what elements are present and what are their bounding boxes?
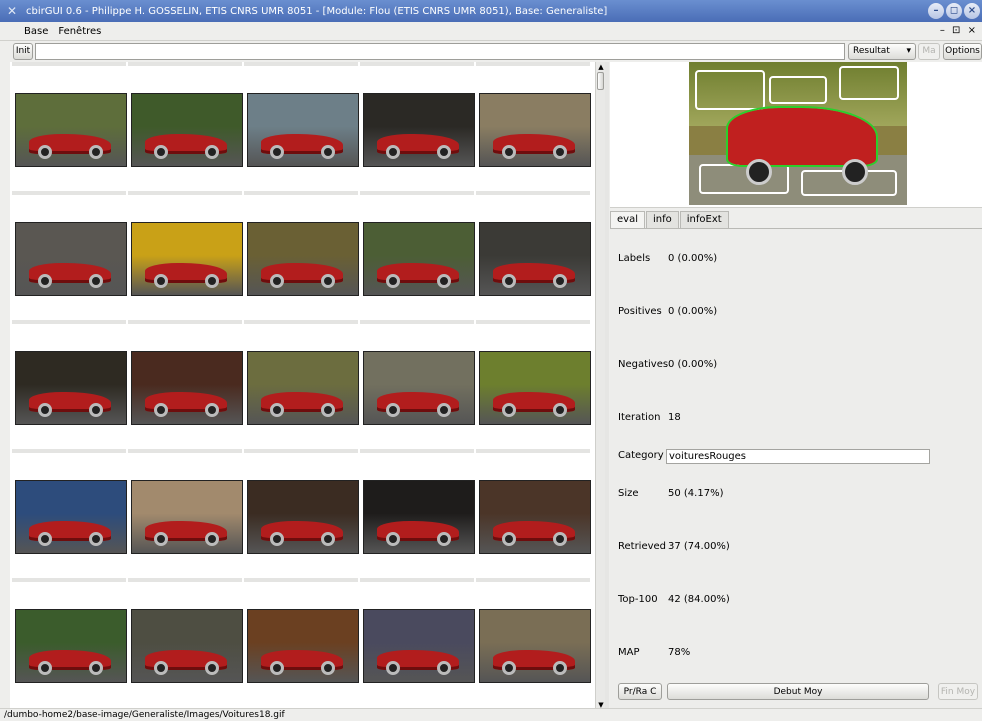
thumbnail-image[interactable] — [131, 480, 243, 554]
options-button[interactable]: Options — [943, 42, 982, 60]
panel-tabs: eval info infoExt — [610, 211, 730, 229]
thumbnail-image[interactable] — [479, 351, 591, 425]
thumbnail-cell[interactable] — [12, 191, 127, 320]
thumbnail-image[interactable] — [247, 222, 359, 296]
thumbnail-cell[interactable] — [12, 578, 127, 707]
thumbnail-image[interactable] — [15, 480, 127, 554]
thumbnail-image[interactable] — [363, 222, 475, 296]
stat-positives: Positives 0 (0.00%) — [618, 306, 718, 317]
segmentation-preview — [610, 62, 982, 208]
result-dropdown-value: Resultat — [853, 46, 890, 56]
thumbnail-image[interactable] — [131, 609, 243, 683]
thumbnail-image[interactable] — [363, 351, 475, 425]
thumbnail-cell[interactable] — [244, 62, 359, 191]
thumbnail-cell[interactable] — [476, 191, 591, 320]
restore-icon[interactable]: ◻ — [946, 3, 962, 19]
window-title: cbirGUI 0.6 - Philippe H. GOSSELIN, ETIS… — [26, 5, 608, 17]
app-icon: ✕ — [6, 4, 18, 18]
query-input[interactable] — [35, 42, 845, 60]
thumbnail-cell[interactable] — [12, 320, 127, 449]
thumbnail-image[interactable] — [15, 222, 127, 296]
stat-map: MAP 78% — [618, 647, 691, 658]
tab-infoext[interactable]: infoExt — [679, 211, 729, 229]
thumbnail-cell[interactable] — [128, 191, 243, 320]
car-segment — [726, 105, 879, 167]
thumbnail-cell[interactable] — [128, 449, 243, 578]
tab-eval[interactable]: eval — [610, 211, 645, 229]
grid-scrollbar[interactable]: ▲ ▼ — [595, 62, 605, 710]
thumbnail-cell[interactable] — [360, 320, 475, 449]
toolbar: Init Resultat ▾ Ma Options — [0, 41, 982, 61]
result-dropdown[interactable]: Resultat ▾ — [848, 42, 916, 60]
thumbnail-image[interactable] — [363, 93, 475, 167]
close-icon[interactable]: × — [964, 3, 980, 19]
debut-moy-button[interactable]: Debut Moy — [667, 683, 929, 700]
thumbnail-image[interactable] — [247, 609, 359, 683]
scroll-handle[interactable] — [597, 72, 604, 90]
status-bar: /dumbo-home2/base-image/Generaliste/Imag… — [0, 708, 982, 721]
stat-negatives: Negatives 0 (0.00%) — [618, 359, 718, 370]
menu-fenetres[interactable]: Fenêtres — [58, 26, 101, 37]
thumbnail-cell[interactable] — [128, 578, 243, 707]
thumbnail-image[interactable] — [479, 609, 591, 683]
image-results-grid — [10, 62, 595, 708]
stat-top100: Top-100 42 (84.00%) — [618, 594, 730, 605]
title-bar: ✕ cbirGUI 0.6 - Philippe H. GOSSELIN, ET… — [0, 0, 982, 22]
thumbnail-image[interactable] — [363, 609, 475, 683]
thumbnail-cell[interactable] — [244, 191, 359, 320]
thumbnail-cell[interactable] — [128, 320, 243, 449]
thumbnail-cell[interactable] — [244, 578, 359, 707]
thumbnail-image[interactable] — [131, 222, 243, 296]
thumbnail-cell[interactable] — [360, 191, 475, 320]
thumbnail-cell[interactable] — [244, 320, 359, 449]
mdi-window-controls[interactable]: – ⊡ × — [940, 25, 978, 36]
pane-splitter[interactable] — [605, 62, 609, 710]
thumbnail-image[interactable] — [15, 609, 127, 683]
thumbnail-cell[interactable] — [128, 62, 243, 191]
stat-labels: Labels 0 (0.00%) — [618, 253, 718, 264]
thumbnail-image[interactable] — [247, 480, 359, 554]
menu-base[interactable]: Base — [24, 26, 48, 37]
thumbnail-image[interactable] — [131, 351, 243, 425]
thumbnail-image[interactable] — [247, 93, 359, 167]
thumbnail-image[interactable] — [131, 93, 243, 167]
menu-bar: Base Fenêtres – ⊡ × — [0, 22, 982, 41]
stat-size: Size 50 (4.17%) — [618, 488, 724, 499]
thumbnail-image[interactable] — [479, 93, 591, 167]
fin-moy-button[interactable]: Fin Moy — [938, 683, 978, 700]
thumbnail-cell[interactable] — [476, 320, 591, 449]
thumbnail-image[interactable] — [15, 93, 127, 167]
thumbnail-image[interactable] — [479, 480, 591, 554]
thumbnail-cell[interactable] — [12, 62, 127, 191]
thumbnail-cell[interactable] — [360, 62, 475, 191]
thumbnail-cell[interactable] — [476, 62, 591, 191]
category-field[interactable]: voituresRouges — [666, 449, 930, 464]
stat-category-label: Category — [618, 450, 664, 461]
thumbnail-cell[interactable] — [244, 449, 359, 578]
eval-buttons: Pr/Ra C Debut Moy Fin Moy — [610, 681, 982, 701]
thumbnail-cell[interactable] — [12, 449, 127, 578]
thumbnail-cell[interactable] — [360, 449, 475, 578]
thumbnail-image[interactable] — [479, 222, 591, 296]
tab-info[interactable]: info — [645, 211, 679, 229]
thumbnail-image[interactable] — [247, 351, 359, 425]
thumbnail-cell[interactable] — [360, 578, 475, 707]
stat-iteration: Iteration 18 — [618, 412, 681, 423]
thumbnail-image[interactable] — [15, 351, 127, 425]
thumbnail-cell[interactable] — [476, 578, 591, 707]
pr-ra-button[interactable]: Pr/Ra C — [618, 683, 662, 700]
stat-retrieved: Retrieved 37 (74.00%) — [618, 541, 730, 552]
thumbnail-cell[interactable] — [476, 449, 591, 578]
thumbnail-image[interactable] — [363, 480, 475, 554]
init-button[interactable]: Init — [13, 42, 33, 60]
minimize-icon[interactable]: – — [928, 3, 944, 19]
eval-panel: Labels 0 (0.00%) Positives 0 (0.00%) Neg… — [610, 228, 982, 708]
disabled-button[interactable]: Ma — [918, 42, 940, 60]
dropdown-arrow-icon: ▾ — [906, 46, 911, 56]
segmented-image — [689, 62, 907, 205]
